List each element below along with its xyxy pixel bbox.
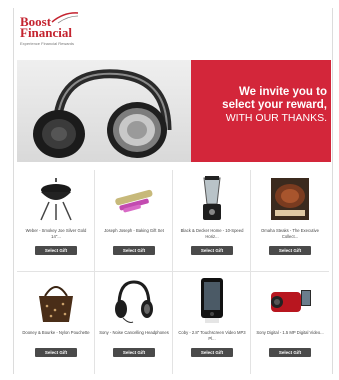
product-card[interactable]: Weber - Smokey Joe Silver Gold 14"... Se… — [17, 170, 95, 272]
headphones-icon — [115, 280, 153, 323]
product-name: Sony - Noise Cancelling Headphones — [99, 330, 169, 335]
grill-icon — [40, 178, 72, 221]
logo-text-financial: Financial — [20, 25, 73, 40]
banner-headphones-image — [17, 60, 191, 162]
product-grid: Weber - Smokey Joe Silver Gold 14"... Se… — [17, 170, 331, 374]
product-card[interactable]: Coby - 2.8" Touchscreen Video MP3 Pl... … — [173, 272, 251, 374]
product-card[interactable]: Sony - Noise Cancelling Headphones Selec… — [95, 272, 173, 374]
product-name: Black & Decker Home - 10-Speed Horiz... — [180, 228, 244, 239]
mp3-player-icon — [201, 278, 223, 323]
select-gift-button[interactable]: Select Gift — [35, 348, 77, 357]
select-gift-button[interactable]: Select Gift — [35, 246, 77, 255]
product-name: Dooney & Bourke - Nylon Pouchette — [22, 330, 90, 335]
banner-message-panel: We invite you to select your reward, WIT… — [191, 60, 331, 162]
banner-message: We invite you to select your reward, WIT… — [199, 86, 327, 125]
select-gift-button[interactable]: Select Gift — [191, 348, 233, 357]
swoosh-icon — [51, 12, 79, 24]
product-card[interactable]: Joseph Joseph - Baking Gift Set Select G… — [95, 170, 173, 272]
banner-line-1: We invite you to — [239, 86, 327, 98]
product-name: Weber - Smokey Joe Silver Gold 14"... — [25, 228, 87, 239]
product-card[interactable]: Dooney & Bourke - Nylon Pouchette Select… — [17, 272, 95, 374]
select-gift-button[interactable]: Select Gift — [113, 348, 155, 357]
blender-icon — [203, 176, 221, 220]
product-card[interactable]: Black & Decker Home - 10-Speed Horiz... … — [173, 170, 251, 272]
camcorder-icon — [271, 290, 311, 312]
product-name: Sony Digital - 1.5 MP Digital Video... — [256, 330, 324, 335]
headphones-icon — [33, 69, 172, 158]
email-frame: Boost Financial Experience Financial Rew… — [13, 8, 333, 374]
header: Boost Financial Experience Financial Rew… — [14, 8, 332, 52]
banner-line-2: select your reward, — [222, 99, 327, 111]
banner-line-3: WITH OUR THANKS. — [225, 112, 327, 124]
select-gift-button[interactable]: Select Gift — [269, 246, 311, 255]
select-gift-button[interactable]: Select Gift — [191, 246, 233, 255]
select-gift-button[interactable]: Select Gift — [269, 348, 311, 357]
product-name: Coby - 2.8" Touchscreen Video MP3 Pl... — [178, 330, 246, 341]
rolling-pin-icon — [115, 189, 153, 213]
product-name: Omaha Steaks - The Executive Collect... — [261, 228, 319, 239]
product-card[interactable]: Omaha Steaks - The Executive Collect... … — [251, 170, 329, 272]
product-name: Joseph Joseph - Baking Gift Set — [104, 228, 164, 233]
handbag-icon — [39, 286, 73, 322]
select-gift-button[interactable]: Select Gift — [113, 246, 155, 255]
logo-tagline: Experience Financial Rewards — [20, 41, 75, 46]
boost-financial-logo[interactable]: Boost Financial Experience Financial Rew… — [20, 12, 110, 48]
product-card[interactable]: Sony Digital - 1.5 MP Digital Video... S… — [251, 272, 329, 374]
steak-icon — [271, 178, 309, 220]
reward-banner[interactable]: We invite you to select your reward, WIT… — [17, 60, 331, 162]
